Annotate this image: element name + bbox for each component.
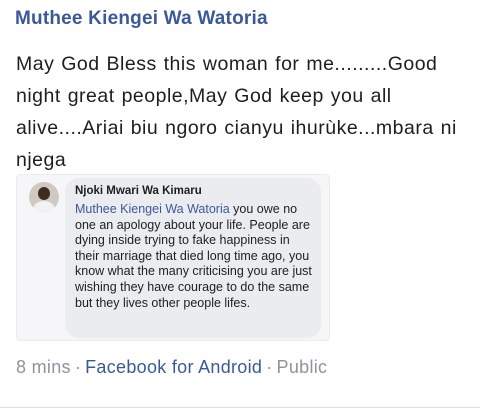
post-privacy[interactable]: Public xyxy=(277,357,328,377)
post-source-app-link[interactable]: Facebook for Android xyxy=(85,357,262,377)
facebook-post: Muthee Kiengei Wa Watoria May God Bless … xyxy=(0,0,480,408)
attached-comment-screenshot[interactable]: Njoki Mwari Wa Kimaru Muthee Kiengei Wa … xyxy=(16,174,330,341)
post-meta: 8 mins · Facebook for Android · Public xyxy=(16,357,327,378)
meta-separator: · xyxy=(74,357,82,377)
comment-bubble: Njoki Mwari Wa Kimaru Muthee Kiengei Wa … xyxy=(65,178,321,338)
post-author-name[interactable]: Muthee Kiengei Wa Watoria xyxy=(15,8,268,30)
avatar-shoulders-shape xyxy=(33,201,55,212)
post-text: May God Bless this woman for me.........… xyxy=(16,53,457,171)
commenter-avatar xyxy=(29,182,59,212)
avatar-head-shape xyxy=(38,187,50,200)
comment-text: Muthee Kiengei Wa Watoria you owe no one… xyxy=(75,202,313,311)
commenter-name: Njoki Mwari Wa Kimaru xyxy=(75,185,202,197)
comment-mention: Muthee Kiengei Wa Watoria xyxy=(75,202,230,216)
meta-separator: · xyxy=(266,357,273,377)
comment-body: you owe no one an apology about your lif… xyxy=(75,202,312,310)
post-timestamp[interactable]: 8 mins xyxy=(16,357,71,377)
